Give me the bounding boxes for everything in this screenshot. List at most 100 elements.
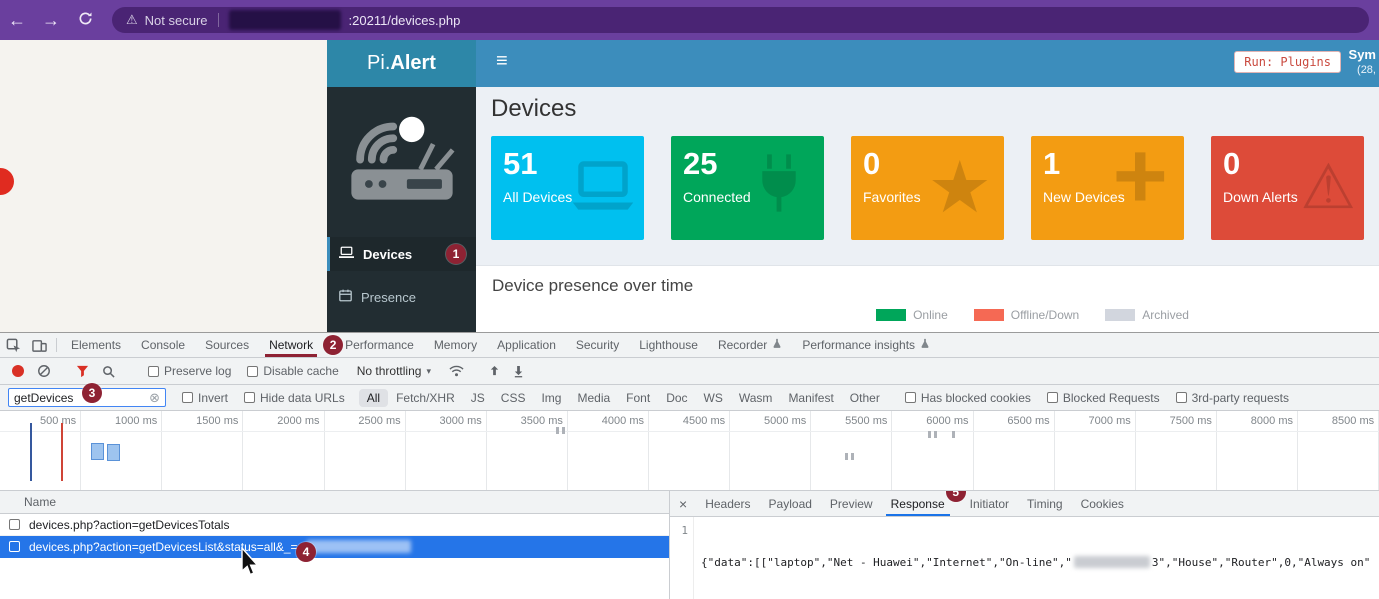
request-block[interactable] xyxy=(91,443,104,460)
invert-checkbox[interactable]: Invert xyxy=(182,391,228,405)
devtools-tab-sources[interactable]: Sources xyxy=(195,333,259,357)
checkbox[interactable] xyxy=(905,392,916,403)
detail-tab-preview[interactable]: Preview xyxy=(821,491,882,516)
checkbox[interactable] xyxy=(247,366,258,377)
timeline-tick: 1500 ms xyxy=(162,411,243,490)
checkbox[interactable] xyxy=(244,392,255,403)
devtools-tab-elements[interactable]: Elements xyxy=(61,333,131,357)
filter-type-js[interactable]: JS xyxy=(463,391,493,405)
detail-tab-payload[interactable]: Payload xyxy=(760,491,821,516)
calendar-icon xyxy=(339,289,352,305)
checkbox[interactable] xyxy=(1176,392,1187,403)
network-conditions-icon[interactable] xyxy=(449,365,464,377)
request-list-header[interactable]: Name xyxy=(0,491,669,514)
filter-type-doc[interactable]: Doc xyxy=(658,391,695,405)
timeline-tick: 3000 ms xyxy=(406,411,487,490)
request-row-selected[interactable]: devices.php?action=getDevicesList&status… xyxy=(0,536,669,558)
card-connected[interactable]: 25 Connected xyxy=(671,136,824,240)
blocked-requests-checkbox[interactable]: Blocked Requests xyxy=(1047,391,1160,405)
filter-type-ws[interactable]: WS xyxy=(696,391,731,405)
legend-item-offline[interactable]: Offline/Down xyxy=(974,308,1079,322)
legend-swatch xyxy=(876,309,906,321)
timeline-tick: 4500 ms xyxy=(649,411,730,490)
throttling-dropdown[interactable]: No throttling ▾ xyxy=(357,364,431,378)
filter-type-font[interactable]: Font xyxy=(618,391,658,405)
request-dot xyxy=(928,431,931,438)
devtools-tab-console[interactable]: Console xyxy=(131,333,195,357)
close-icon[interactable]: × xyxy=(670,496,696,512)
name-column-header[interactable]: Name xyxy=(24,495,56,509)
has-blocked-cookies-checkbox[interactable]: Has blocked cookies xyxy=(905,391,1031,405)
filter-type-fetch-xhr[interactable]: Fetch/XHR xyxy=(388,391,463,405)
devtools-tab-memory[interactable]: Memory xyxy=(424,333,487,357)
devtools-tab-network[interactable]: Network 2 xyxy=(259,333,323,357)
checkbox[interactable] xyxy=(148,366,159,377)
hide-data-urls-checkbox[interactable]: Hide data URLs xyxy=(244,391,345,405)
address-divider xyxy=(218,13,219,27)
device-toolbar-icon[interactable] xyxy=(26,333,52,357)
checkbox-label: Invert xyxy=(198,391,228,405)
inspect-element-icon[interactable] xyxy=(0,333,26,357)
card-favorites[interactable]: 0 Favorites ★ xyxy=(851,136,1004,240)
address-bar[interactable]: ⚠ Not secure :20211/devices.php xyxy=(112,7,1369,33)
filter-type-img[interactable]: Img xyxy=(533,391,569,405)
disable-cache-checkbox[interactable]: Disable cache xyxy=(247,364,338,378)
preserve-log-checkbox[interactable]: Preserve log xyxy=(148,364,231,378)
legend-item-online[interactable]: Online xyxy=(876,308,948,322)
request-list: Name devices.php?action=getDevicesTotals… xyxy=(0,491,670,599)
experiment-flask-icon xyxy=(772,338,782,352)
timeline-tick: 7000 ms xyxy=(1055,411,1136,490)
checkbox[interactable] xyxy=(182,392,193,403)
import-har-icon[interactable] xyxy=(489,365,500,378)
detail-tab-response[interactable]: Response 5 xyxy=(882,491,954,516)
request-block[interactable] xyxy=(107,444,120,461)
timeline-tick: 3500 ms xyxy=(487,411,568,490)
user-label-top[interactable]: Sym xyxy=(1349,47,1376,62)
devtools-tab-security[interactable]: Security xyxy=(566,333,629,357)
refresh-icon[interactable] xyxy=(68,0,102,40)
page-title: Devices xyxy=(491,95,1364,123)
filter-type-other[interactable]: Other xyxy=(842,391,888,405)
filter-icon[interactable] xyxy=(76,365,89,378)
response-body[interactable]: 1 {"data":[["laptop","Net - Huawei","Int… xyxy=(670,517,1379,599)
run-plugins-button[interactable]: Run: Plugins xyxy=(1234,51,1341,73)
card-down-alerts[interactable]: 0 Down Alerts ⚠ xyxy=(1211,136,1364,240)
third-party-requests-checkbox[interactable]: 3rd-party requests xyxy=(1176,391,1289,405)
detail-tab-timing[interactable]: Timing xyxy=(1018,491,1072,516)
timeline-tick: 6000 ms xyxy=(892,411,973,490)
search-icon[interactable] xyxy=(102,365,115,378)
devtools-tab-performance-insights[interactable]: Performance insights xyxy=(792,333,940,357)
legend-item-archived[interactable]: Archived xyxy=(1105,308,1189,322)
record-button[interactable] xyxy=(12,365,24,377)
detail-tab-cookies[interactable]: Cookies xyxy=(1072,491,1133,516)
checkbox-label: Disable cache xyxy=(263,364,338,378)
back-icon[interactable]: ← xyxy=(0,0,34,40)
forward-icon[interactable]: → xyxy=(34,0,68,40)
request-row[interactable]: devices.php?action=getDevicesTotals xyxy=(0,514,669,536)
clear-icon[interactable] xyxy=(37,364,51,378)
checkbox[interactable] xyxy=(1047,392,1058,403)
filter-type-media[interactable]: Media xyxy=(569,391,618,405)
request-dot xyxy=(562,427,565,434)
sidebar-item-devices[interactable]: Devices 1 xyxy=(327,237,476,271)
devtools-tab-application[interactable]: Application xyxy=(487,333,566,357)
filter-type-all[interactable]: All xyxy=(359,389,388,407)
devtools-tab-recorder[interactable]: Recorder xyxy=(708,333,792,357)
card-all-devices[interactable]: 51 All Devices xyxy=(491,136,644,240)
checkbox[interactable] xyxy=(9,541,20,552)
clear-filter-icon[interactable]: ⊗ xyxy=(149,390,160,406)
sidebar-item-presence[interactable]: Presence xyxy=(327,280,476,314)
hamburger-icon[interactable]: ≡ xyxy=(496,50,508,73)
app-logo[interactable]: Pi.Alert xyxy=(327,40,476,87)
checkbox[interactable] xyxy=(9,519,20,530)
checkbox-label: Hide data URLs xyxy=(260,391,345,405)
detail-tab-headers[interactable]: Headers xyxy=(696,491,759,516)
devtools-tab-lighthouse[interactable]: Lighthouse xyxy=(629,333,708,357)
filter-type-wasm[interactable]: Wasm xyxy=(731,391,781,405)
app-header: Pi.Alert ≡ Run: Plugins Sym (28, xyxy=(327,40,1379,87)
filter-type-css[interactable]: CSS xyxy=(493,391,534,405)
filter-type-manifest[interactable]: Manifest xyxy=(780,391,841,405)
timeline-tick: 500 ms xyxy=(0,411,81,490)
export-har-icon[interactable] xyxy=(513,365,524,378)
card-new-devices[interactable]: 1 New Devices + xyxy=(1031,136,1184,240)
